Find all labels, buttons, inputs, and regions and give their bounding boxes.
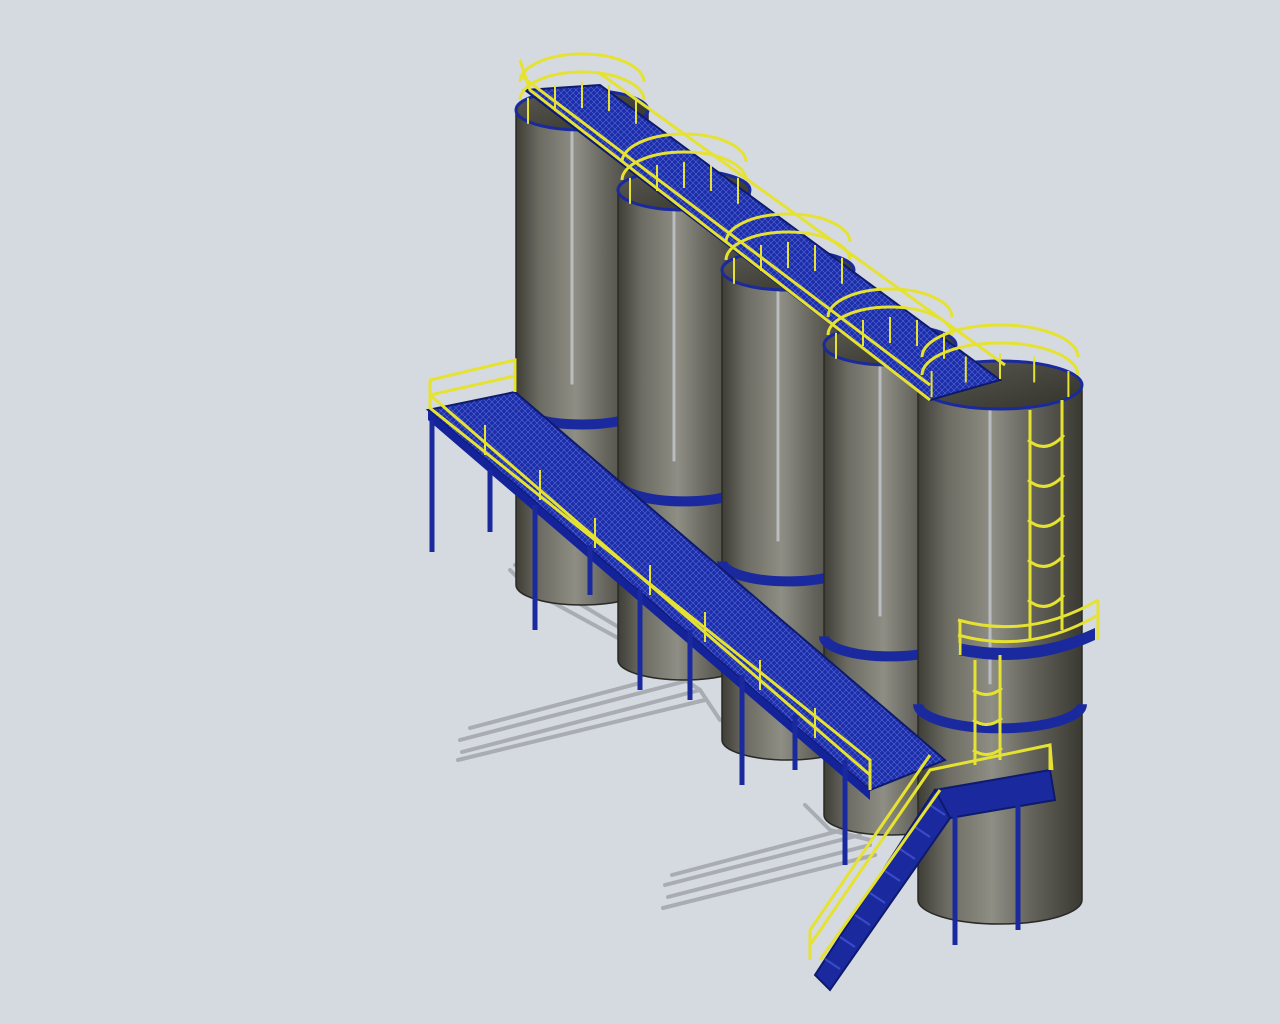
silo-plant-3d-model bbox=[425, 52, 1100, 992]
cad-viewport[interactable] bbox=[0, 0, 1280, 1024]
